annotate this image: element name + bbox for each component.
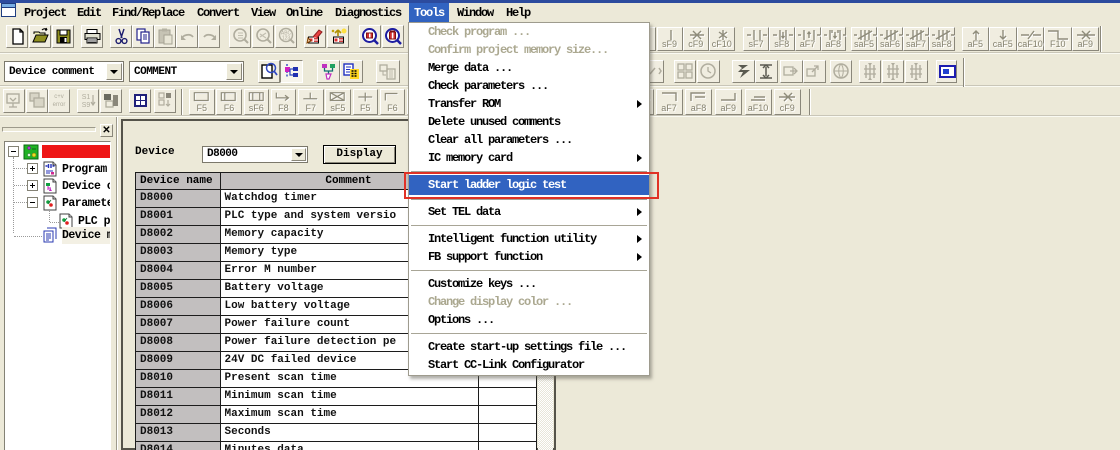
svg-text:error: error <box>53 102 66 108</box>
svg-text:S9: S9 <box>82 102 91 109</box>
svg-text:123: 123 <box>282 36 291 42</box>
svg-text:c+v: c+v <box>54 94 64 100</box>
svg-text:S1: S1 <box>82 94 91 101</box>
